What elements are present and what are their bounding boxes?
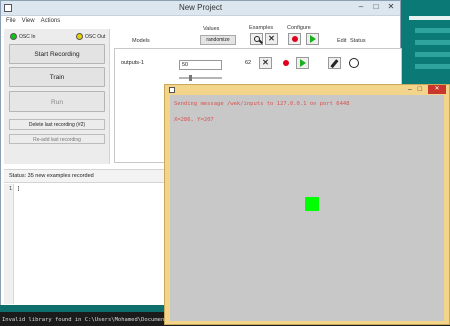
start-recording-button[interactable]: Start Recording (9, 44, 105, 64)
play-icon (299, 59, 306, 67)
x-icon: ✕ (268, 34, 275, 43)
menu-file[interactable]: File (6, 18, 16, 24)
models-header: Models (132, 38, 150, 44)
sketch-minimize-icon[interactable]: – (408, 86, 412, 93)
configure-header: Configure (287, 25, 311, 31)
osc-in-indicator: OSC In (10, 33, 35, 40)
menu-actions[interactable]: Actions (41, 18, 61, 24)
example-count: 62 (245, 60, 252, 66)
sketch-maximize-icon[interactable]: □ (418, 86, 422, 93)
model-run-button[interactable] (296, 57, 309, 69)
control-panel: OSC In OSC Out Start Recording Train Run… (4, 29, 110, 164)
sketch-title-bar[interactable]: – □ ✕ (165, 85, 449, 95)
record-all-button[interactable] (288, 33, 301, 45)
sketch-close-icon[interactable]: ✕ (428, 85, 446, 94)
menu-bar: File View Actions (1, 16, 400, 25)
minimize-icon[interactable]: – (354, 2, 368, 11)
sketch-canvas[interactable]: Sending message /wek/inputs to 127.0.0.1… (170, 95, 444, 321)
readd-last-recording-button[interactable]: Re-add last recording (9, 134, 105, 144)
run-button[interactable]: Run (9, 91, 105, 112)
status-dot-icon (76, 33, 83, 40)
record-icon (282, 60, 289, 66)
magnifier-icon (253, 36, 263, 44)
close-icon[interactable]: ✕ (384, 2, 398, 11)
osc-in-label: OSC In (19, 33, 36, 40)
osc-out-label: OSC Out (85, 33, 106, 40)
sketch-message-text: Sending message /wek/inputs to 127.0.0.1… (174, 101, 350, 107)
examples-search-button[interactable] (250, 33, 263, 45)
output-slider-track[interactable] (179, 77, 222, 79)
values-header: Values (203, 26, 220, 32)
examples-delete-button[interactable]: ✕ (265, 33, 278, 45)
model-record-button[interactable] (279, 57, 292, 69)
edit-header: Edit (337, 38, 347, 44)
sketch-icon (169, 87, 175, 93)
line-gutter: 1 (4, 184, 14, 304)
randomize-button[interactable]: randomize (200, 35, 236, 45)
x-icon: ✕ (262, 58, 269, 67)
circle-icon (349, 58, 359, 68)
output-slider-thumb[interactable] (189, 75, 192, 81)
pencil-icon (330, 58, 339, 68)
green-square (305, 197, 319, 211)
play-icon (309, 35, 316, 43)
title-bar[interactable]: New Project – □ ✕ (1, 1, 400, 16)
status-dot-icon (10, 33, 17, 40)
run-all-button[interactable] (306, 33, 319, 45)
window-title: New Project (178, 3, 223, 12)
sketch-coords-text: X=286, Y=207 (174, 117, 214, 123)
output-name: outputs-1 (121, 60, 144, 66)
model-delete-examples-button[interactable]: ✕ (259, 57, 272, 69)
maximize-icon[interactable]: □ (369, 2, 383, 11)
sketch-window: – □ ✕ Sending message /wek/inputs to 127… (164, 84, 450, 325)
osc-out-indicator: OSC Out (76, 33, 105, 40)
train-button[interactable]: Train (9, 67, 105, 87)
output-value-field[interactable]: 50 (179, 60, 222, 70)
model-edit-button[interactable] (328, 57, 341, 69)
delete-last-recording-button[interactable]: Delete last recording (#2) (9, 119, 105, 130)
editor-line[interactable]: ] (17, 186, 20, 192)
record-icon (291, 36, 298, 42)
status-header: Status (350, 38, 366, 44)
examples-header: Examples (249, 25, 274, 31)
menu-view[interactable]: View (22, 18, 35, 24)
